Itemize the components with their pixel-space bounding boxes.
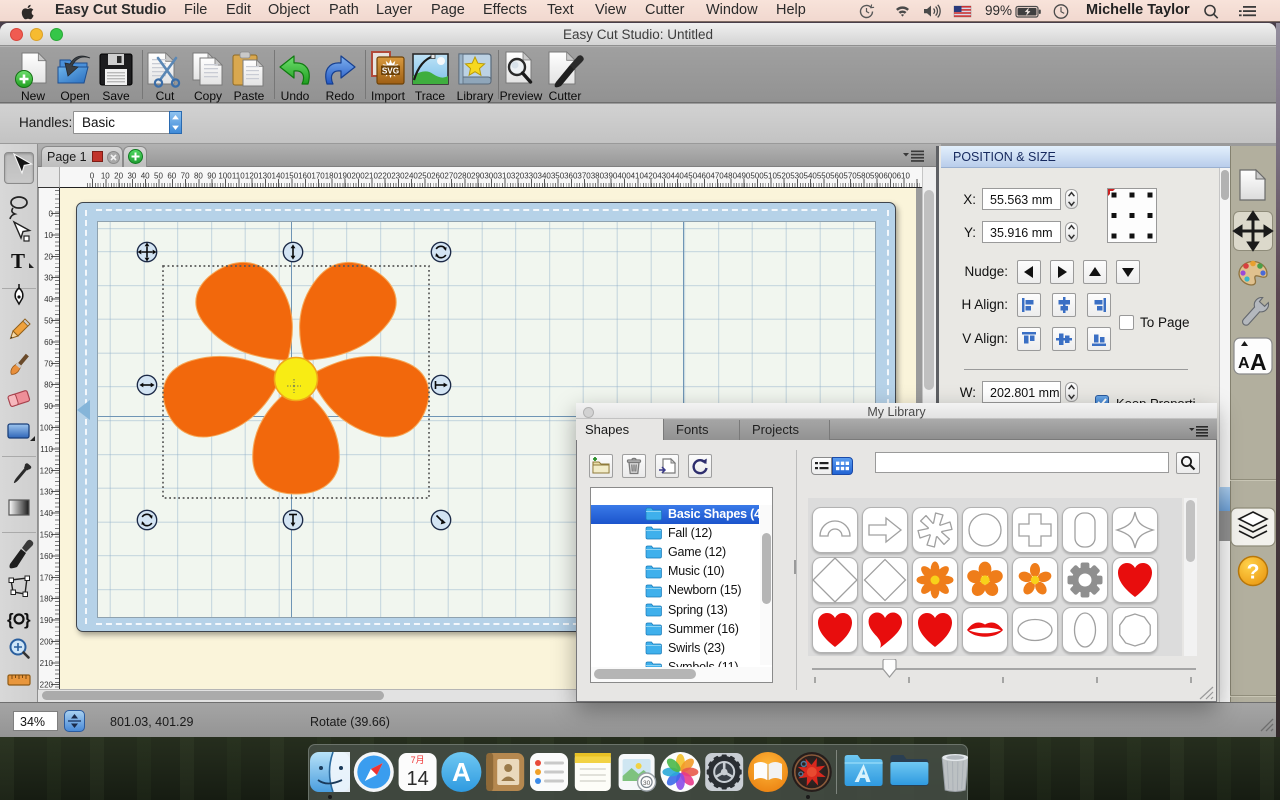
svg-text:210: 210 (40, 659, 54, 668)
svg-text:150: 150 (40, 531, 54, 540)
svg-text:590: 590 (870, 172, 884, 181)
svg-text:170: 170 (40, 573, 54, 582)
svg-text:130: 130 (40, 488, 54, 497)
svg-text:550: 550 (817, 172, 831, 181)
svg-text:170: 170 (311, 172, 325, 181)
svg-text:450: 450 (684, 172, 698, 181)
svg-text:?: ? (1247, 561, 1260, 584)
svg-text:540: 540 (804, 172, 818, 181)
svg-text:A: A (452, 757, 471, 787)
svg-text:160: 160 (40, 552, 54, 561)
svg-text:290: 290 (471, 172, 485, 181)
svg-text:SVG: SVG (382, 66, 399, 75)
svg-text:360: 360 (564, 172, 578, 181)
svg-text:200: 200 (351, 172, 365, 181)
svg-text:220: 220 (40, 680, 54, 689)
svg-text:{: { (7, 610, 14, 629)
svg-text:210: 210 (365, 172, 379, 181)
svg-text:200: 200 (40, 638, 54, 647)
svg-text:110: 110 (232, 172, 245, 181)
svg-text:}: } (24, 610, 31, 629)
svg-text:180: 180 (325, 172, 339, 181)
svg-text:30: 30 (127, 172, 136, 181)
svg-text:0: 0 (49, 210, 54, 219)
svg-text:10: 10 (44, 231, 53, 240)
svg-text:400: 400 (617, 172, 631, 181)
svg-text:240: 240 (405, 172, 419, 181)
svg-text:50: 50 (44, 317, 53, 326)
svg-text:150: 150 (285, 172, 299, 181)
svg-text:30: 30 (643, 780, 651, 787)
svg-text:480: 480 (724, 172, 738, 181)
svg-text:370: 370 (577, 172, 591, 181)
svg-text:60: 60 (44, 338, 53, 347)
svg-text:330: 330 (524, 172, 538, 181)
svg-text:220: 220 (378, 172, 392, 181)
svg-text:100: 100 (40, 424, 54, 433)
svg-text:50: 50 (154, 172, 163, 181)
svg-text:410: 410 (631, 172, 645, 181)
svg-text:180: 180 (40, 595, 54, 604)
svg-text:30: 30 (44, 274, 53, 283)
svg-text:7月: 7月 (411, 755, 425, 765)
svg-text:190: 190 (338, 172, 352, 181)
svg-text:340: 340 (538, 172, 552, 181)
svg-text:20: 20 (114, 172, 123, 181)
svg-text:440: 440 (671, 172, 685, 181)
svg-text:90: 90 (207, 172, 216, 181)
svg-text:430: 430 (657, 172, 671, 181)
svg-text:90: 90 (44, 402, 53, 411)
svg-text:A: A (1238, 355, 1250, 372)
svg-text:280: 280 (458, 172, 472, 181)
svg-text:0: 0 (90, 172, 95, 181)
svg-text:T: T (11, 249, 25, 273)
svg-text:70: 70 (44, 359, 53, 368)
svg-text:120: 120 (40, 466, 54, 475)
svg-text:100: 100 (218, 172, 232, 181)
svg-text:600: 600 (883, 172, 897, 181)
svg-text:140: 140 (272, 172, 286, 181)
svg-text:250: 250 (418, 172, 432, 181)
svg-text:560: 560 (830, 172, 844, 181)
svg-text:310: 310 (498, 172, 512, 181)
svg-text:580: 580 (857, 172, 871, 181)
svg-text:40: 40 (141, 172, 150, 181)
svg-text:60: 60 (167, 172, 176, 181)
svg-text:320: 320 (511, 172, 525, 181)
svg-text:14: 14 (406, 768, 428, 790)
svg-text:490: 490 (737, 172, 751, 181)
svg-text:10: 10 (101, 172, 110, 181)
svg-text:160: 160 (298, 172, 312, 181)
svg-text:350: 350 (551, 172, 565, 181)
svg-text:570: 570 (843, 172, 857, 181)
svg-text:510: 510 (764, 172, 778, 181)
svg-text:A: A (1250, 349, 1267, 375)
svg-text:80: 80 (44, 381, 53, 390)
svg-text:120: 120 (245, 172, 259, 181)
svg-text:530: 530 (790, 172, 804, 181)
svg-text:300: 300 (484, 172, 498, 181)
svg-text:190: 190 (40, 616, 54, 625)
svg-text:230: 230 (391, 172, 405, 181)
svg-text:520: 520 (777, 172, 791, 181)
svg-text:260: 260 (431, 172, 445, 181)
svg-text:270: 270 (444, 172, 458, 181)
svg-text:140: 140 (40, 509, 54, 518)
svg-text:420: 420 (644, 172, 658, 181)
svg-text:80: 80 (194, 172, 203, 181)
svg-text:20: 20 (44, 252, 53, 261)
svg-text:380: 380 (591, 172, 605, 181)
svg-text:40: 40 (44, 295, 53, 304)
svg-text:130: 130 (258, 172, 272, 181)
svg-text:470: 470 (710, 172, 724, 181)
svg-text:70: 70 (181, 172, 190, 181)
svg-text:390: 390 (604, 172, 618, 181)
svg-text:500: 500 (750, 172, 764, 181)
svg-text:460: 460 (697, 172, 711, 181)
svg-text:110: 110 (40, 445, 53, 454)
svg-text:610: 610 (897, 172, 911, 181)
